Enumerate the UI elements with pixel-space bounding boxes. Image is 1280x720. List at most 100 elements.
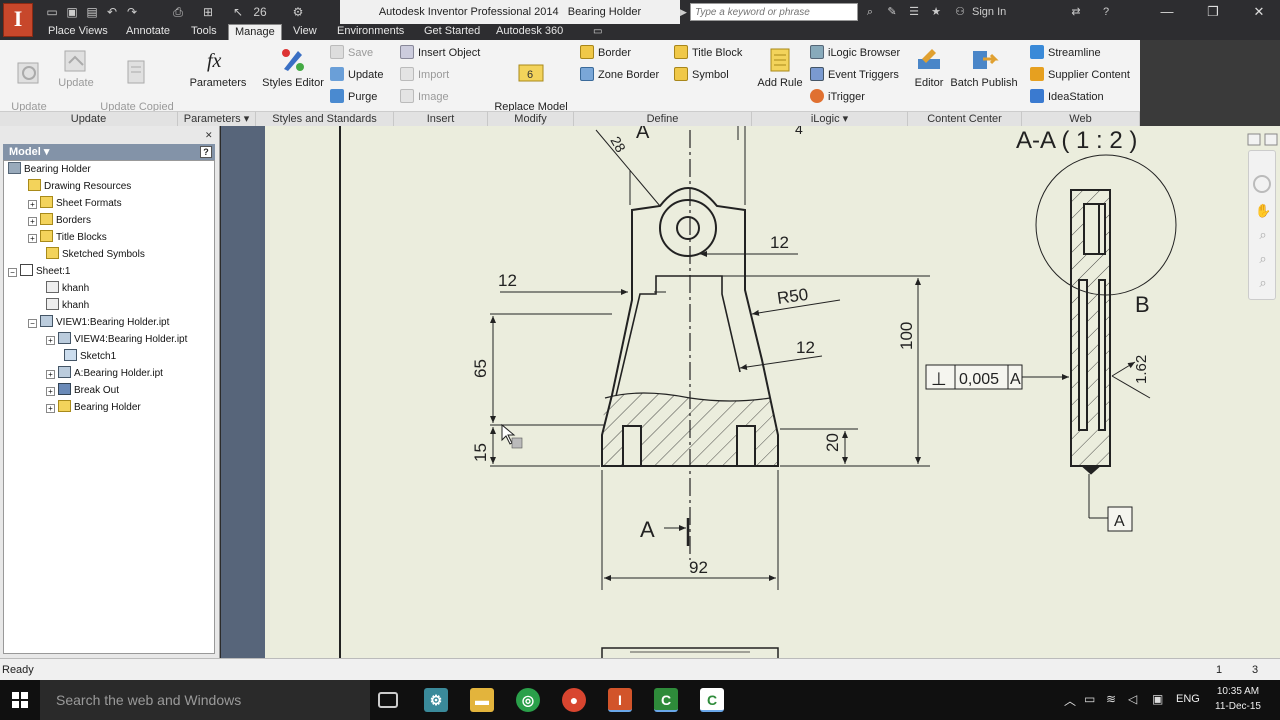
network-icon[interactable]: ≋: [1106, 692, 1116, 706]
volume-icon[interactable]: ◁: [1128, 692, 1137, 706]
content-editor-button[interactable]: Editor: [910, 45, 948, 89]
section-view[interactable]: [1070, 189, 1111, 475]
help-icon[interactable]: ?: [1098, 4, 1114, 20]
edge-icon[interactable]: ⚙: [424, 688, 448, 712]
pan-icon[interactable]: ✋: [1255, 203, 1271, 219]
tree-node-break-out[interactable]: + Break Out: [4, 382, 214, 399]
expand-icon[interactable]: +: [28, 234, 37, 243]
language-indicator[interactable]: ENG: [1176, 693, 1200, 705]
tolerance-frame[interactable]: ⊥ 0,005 A: [925, 364, 1023, 390]
tab-manage[interactable]: Manage: [228, 24, 282, 40]
app-green-icon[interactable]: ◎: [516, 688, 540, 712]
chrome-icon[interactable]: ●: [562, 688, 586, 712]
supplier-content-button[interactable]: Supplier Content: [1030, 66, 1130, 84]
dim-12-left[interactable]: 12: [498, 271, 517, 290]
battery-icon[interactable]: ▭: [1084, 692, 1095, 706]
dim-1-62[interactable]: 1.62: [1133, 355, 1150, 384]
tree-node-sheet-formats[interactable]: + Sheet Formats: [4, 195, 214, 212]
title-block-button[interactable]: Title Block: [674, 44, 742, 62]
taskbar-search-box[interactable]: Search the web and Windows: [40, 680, 370, 720]
section-label-a-top[interactable]: A: [636, 126, 650, 143]
settings-icon[interactable]: ⚙: [290, 4, 306, 20]
expand-icon[interactable]: +: [28, 217, 37, 226]
tree-node-sheet-1[interactable]: − Sheet:1: [4, 263, 214, 280]
parameters-button[interactable]: fx Parameters: [186, 45, 250, 89]
favorites-star-icon[interactable]: ★: [928, 4, 944, 20]
tree-node-view4[interactable]: + VIEW4:Bearing Holder.ipt: [4, 331, 214, 348]
new-file-icon[interactable]: ▭: [44, 4, 60, 20]
search-expand-icon[interactable]: ▶: [680, 4, 690, 20]
image-button[interactable]: Image: [400, 88, 449, 106]
communication-icon[interactable]: ☰: [906, 4, 922, 20]
task-view-icon[interactable]: [378, 692, 398, 708]
update-style-button[interactable]: Update: [330, 66, 383, 84]
search-input[interactable]: [690, 3, 858, 21]
open-folder-icon[interactable]: ▣: [64, 4, 80, 20]
tree-node-root[interactable]: Bearing Holder: [4, 161, 214, 178]
inventor-taskbar-icon[interactable]: I: [608, 688, 632, 712]
tab-annotate[interactable]: Annotate: [120, 24, 176, 40]
browser-help-icon[interactable]: ?: [200, 146, 212, 158]
camtasia-recorder-icon[interactable]: C: [700, 688, 724, 712]
tree-node-borders[interactable]: + Borders: [4, 212, 214, 229]
symbol-button[interactable]: Symbol: [674, 66, 729, 84]
tab-environments[interactable]: Environments: [331, 24, 410, 40]
expand-icon[interactable]: +: [28, 200, 37, 209]
batch-publish-button[interactable]: Batch Publish: [948, 45, 1020, 89]
redo-icon[interactable]: ↷: [124, 4, 140, 20]
ilogic-browser-button[interactable]: iLogic Browser: [810, 44, 900, 62]
restore-view-icon[interactable]: [1247, 133, 1261, 146]
tab-place-views[interactable]: Place Views: [42, 24, 114, 40]
ribbon-toggle-icon[interactable]: ▭: [593, 26, 607, 38]
exchange-icon[interactable]: ⇄: [1068, 4, 1084, 20]
file-explorer-icon[interactable]: ▬: [470, 688, 494, 712]
save-style-button[interactable]: Save: [330, 44, 373, 62]
tab-tools[interactable]: Tools: [185, 24, 223, 40]
tray-chevron-icon[interactable]: ︿: [1064, 692, 1076, 709]
tree-node-bearing-holder-part[interactable]: + Bearing Holder: [4, 399, 214, 416]
ideastation-button[interactable]: IdeaStation: [1030, 88, 1104, 106]
tools-icon[interactable]: ✎: [884, 4, 900, 20]
section-label-a[interactable]: A: [640, 517, 655, 542]
dim-28[interactable]: 28: [607, 134, 629, 156]
select-icon[interactable]: ↖: [230, 4, 246, 20]
tree-node-drawing-resources[interactable]: Drawing Resources: [4, 178, 214, 195]
print-icon[interactable]: ⎙: [170, 4, 186, 20]
purge-button[interactable]: Purge: [330, 88, 377, 106]
streamline-button[interactable]: Streamline: [1030, 44, 1101, 62]
dim-4[interactable]: 4: [795, 126, 803, 137]
import-button[interactable]: Import: [400, 66, 449, 84]
collapse-icon[interactable]: −: [28, 319, 37, 328]
dim-12-mid[interactable]: 12: [796, 338, 815, 357]
zoom-window-icon[interactable]: ⌕: [1255, 251, 1271, 267]
dim-65[interactable]: 65: [471, 359, 490, 378]
close-button[interactable]: ✕: [1236, 0, 1280, 24]
browser-header[interactable]: Model ▾: [3, 144, 215, 160]
camtasia-icon[interactable]: C: [654, 688, 678, 712]
panel-title-parameters[interactable]: Parameters ▾: [178, 111, 256, 126]
dim-12-top[interactable]: 12: [770, 233, 789, 252]
minimize-button[interactable]: —: [1144, 0, 1190, 24]
insert-object-button[interactable]: Insert Object: [400, 44, 480, 62]
dim-20[interactable]: 20: [823, 433, 842, 452]
datum-identifier[interactable]: A: [1107, 506, 1133, 532]
dim-r50[interactable]: R50: [776, 285, 810, 308]
tab-autodesk-360[interactable]: Autodesk 360: [490, 24, 569, 40]
itrigger-button[interactable]: iTrigger: [810, 88, 865, 106]
taskbar-clock[interactable]: 10:35 AM 11-Dec-15: [1208, 684, 1268, 714]
dim-92[interactable]: 92: [689, 558, 708, 577]
detail-label-b[interactable]: B: [1135, 292, 1150, 317]
tree-node-section-a[interactable]: + A:Bearing Holder.ipt: [4, 365, 214, 382]
styles-editor-button[interactable]: Styles Editor: [260, 45, 326, 89]
border-button[interactable]: Border: [580, 44, 631, 62]
inventor-app-menu-icon[interactable]: I: [3, 3, 33, 37]
collapse-icon[interactable]: −: [8, 268, 17, 277]
notification-icon[interactable]: ▣: [1152, 692, 1163, 706]
event-triggers-button[interactable]: Event Triggers: [810, 66, 899, 84]
expand-icon[interactable]: +: [46, 387, 55, 396]
windows-start-icon[interactable]: [12, 692, 28, 708]
update-button[interactable]: Update: [56, 45, 96, 89]
measure-icon[interactable]: ⊞: [200, 4, 216, 20]
tab-view[interactable]: View: [287, 24, 323, 40]
dim-15[interactable]: 15: [471, 443, 490, 462]
